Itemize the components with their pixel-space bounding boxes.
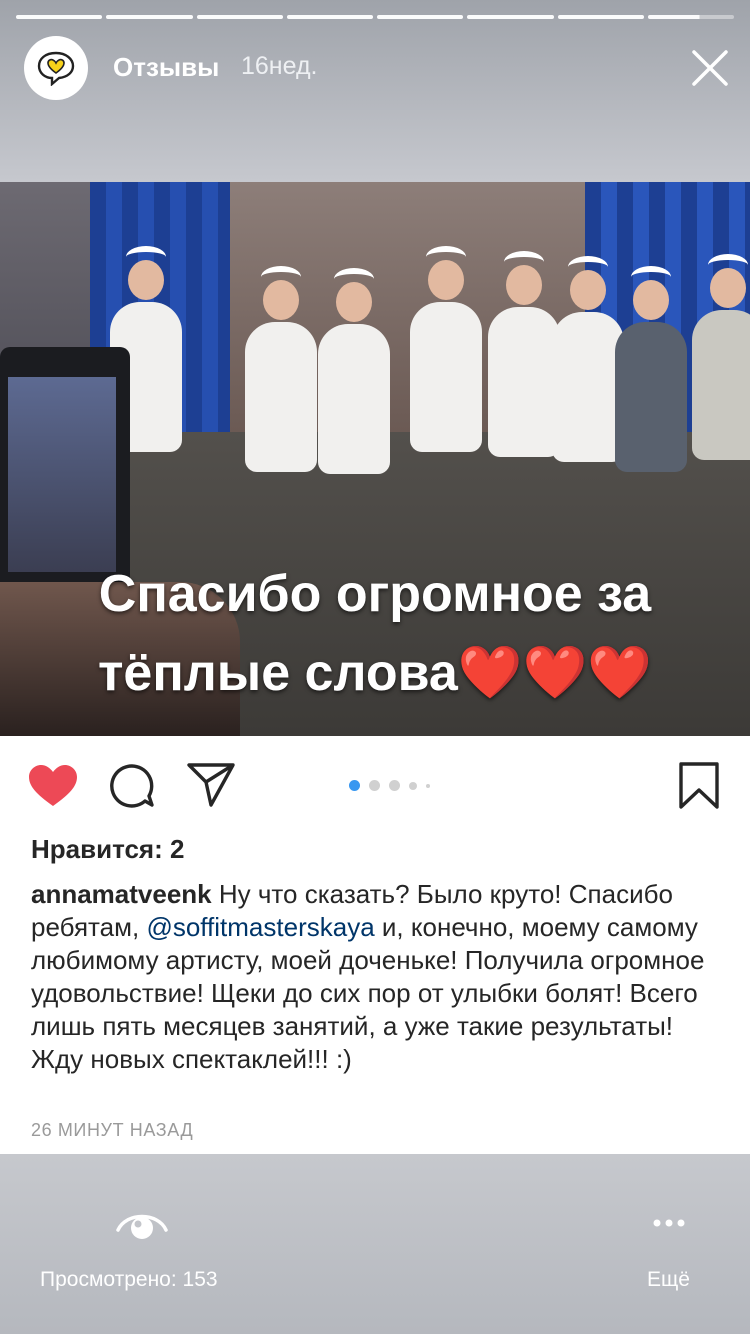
overlay-text-line-2: тёплые слова❤️❤️❤️ bbox=[97, 644, 653, 702]
carousel-indicator bbox=[349, 780, 430, 791]
more-button-label[interactable]: Ещё bbox=[647, 1268, 690, 1292]
heart-icon[interactable] bbox=[28, 764, 78, 808]
story-header-area: Отзывы 16нед. bbox=[0, 0, 750, 182]
performer bbox=[245, 266, 317, 472]
progress-segment bbox=[557, 15, 644, 19]
carousel-dot bbox=[369, 780, 380, 791]
post-panel: Нравится: 2 annamatveenk Ну что сказать?… bbox=[0, 736, 750, 1154]
post-caption: annamatveenk Ну что сказать? Было круто!… bbox=[31, 878, 721, 1076]
progress-segment-active bbox=[647, 15, 734, 19]
comment-icon[interactable] bbox=[108, 762, 156, 810]
likes-count[interactable]: Нравится: 2 bbox=[31, 834, 184, 865]
send-icon[interactable] bbox=[186, 762, 236, 808]
post-timestamp: 26 МИНУТ НАЗАД bbox=[31, 1120, 194, 1140]
performer bbox=[410, 246, 482, 452]
performer bbox=[615, 266, 687, 472]
caption-username[interactable]: annamatveenk bbox=[31, 879, 212, 909]
progress-segment bbox=[286, 15, 373, 19]
progress-segment bbox=[467, 15, 554, 19]
performer bbox=[552, 256, 624, 462]
story-progress-bar bbox=[16, 15, 734, 19]
progress-segment bbox=[377, 15, 464, 19]
performer bbox=[488, 251, 560, 457]
overlay-text-line-1: Спасибо огромное за bbox=[98, 565, 652, 623]
views-count[interactable]: Просмотрено: 153 bbox=[40, 1268, 218, 1292]
performer bbox=[692, 254, 750, 460]
eye-icon[interactable] bbox=[116, 1206, 168, 1242]
story-title[interactable]: Отзывы bbox=[113, 52, 219, 83]
close-icon[interactable] bbox=[690, 48, 730, 88]
progress-segment bbox=[196, 15, 283, 19]
more-dots-icon[interactable] bbox=[652, 1218, 686, 1228]
progress-segment bbox=[16, 15, 103, 19]
carousel-dot bbox=[389, 780, 400, 791]
carousel-dot bbox=[409, 781, 417, 790]
caption-mention-link[interactable]: @soffitmasterskaya bbox=[146, 912, 374, 942]
bookmark-icon[interactable] bbox=[678, 762, 720, 810]
phone-screen bbox=[8, 377, 116, 572]
carousel-dot-active bbox=[349, 780, 360, 791]
performer bbox=[318, 268, 390, 474]
highlight-avatar[interactable] bbox=[24, 36, 88, 100]
story-time: 16нед. bbox=[241, 52, 318, 80]
progress-segment bbox=[106, 15, 193, 19]
story-footer: Просмотрено: 153 Ещё bbox=[0, 1154, 750, 1334]
speech-heart-icon bbox=[37, 51, 75, 86]
post-photo[interactable]: Спасибо огромное за тёплые слова❤️❤️❤️ bbox=[0, 182, 750, 736]
carousel-dot bbox=[426, 783, 430, 788]
